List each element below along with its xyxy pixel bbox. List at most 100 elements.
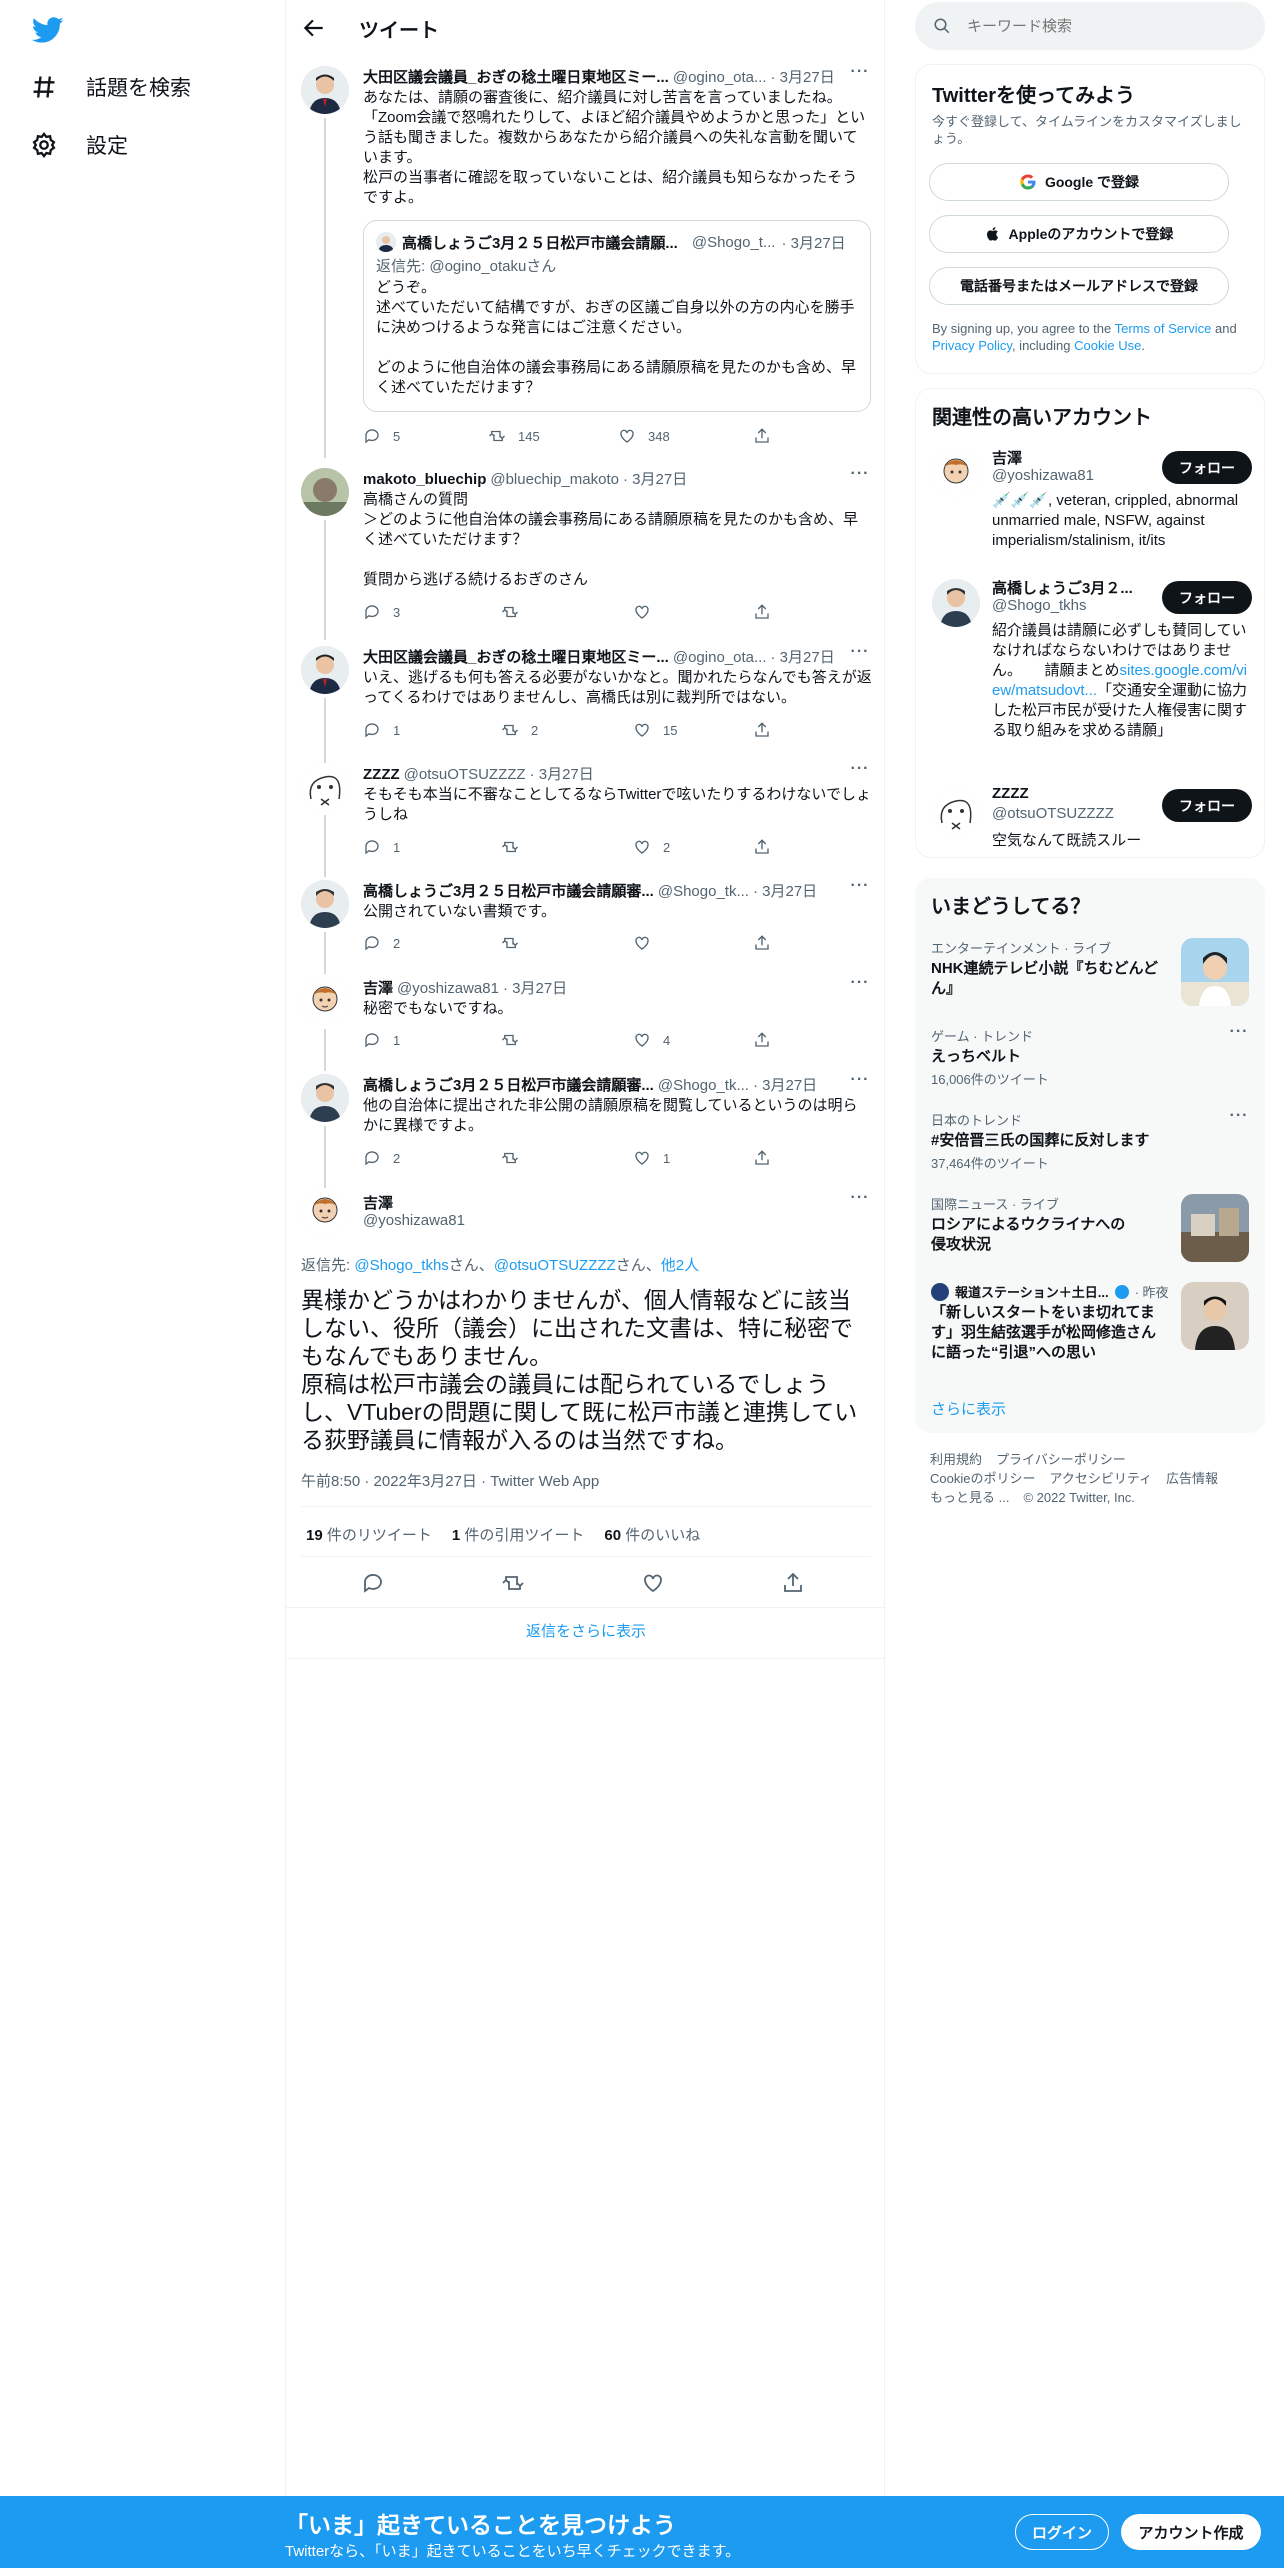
user-name[interactable]: ZZZZ [363, 766, 400, 783]
avatar[interactable] [301, 763, 349, 811]
trend-item-5[interactable]: 報道ステーション＋土日... · 昨夜 「新しいスタートをいま切れてます」羽生結… [931, 1282, 1249, 1362]
google-signup-button[interactable]: Google で登録 [929, 163, 1229, 201]
reply-button[interactable]: 2 [363, 934, 400, 952]
related-account-1[interactable]: 吉澤 @yoshizawa81 フォロー 💉💉💉, veteran, cripp… [916, 445, 1266, 560]
user-handle[interactable]: @yoshizawa81 [397, 980, 499, 997]
avatar[interactable] [301, 646, 349, 694]
user-name[interactable]: 大田区議会議員_おぎの稔土曜日東地区ミー... [363, 66, 669, 86]
more-icon[interactable]: ··· [850, 1190, 870, 1212]
create-account-button[interactable]: アカウント作成 [1121, 2514, 1261, 2550]
more-icon[interactable]: ··· [850, 761, 870, 783]
follow-button[interactable]: フォロー [1162, 789, 1252, 822]
heart-icon[interactable] [641, 1571, 665, 1595]
user-name[interactable]: 高橋しょうご3月２５日松戸市議会請願審... [363, 880, 654, 900]
avatar[interactable] [301, 468, 349, 516]
like-stat[interactable]: 60 件のいいね [604, 1524, 700, 1545]
quote-stat[interactable]: 1 件の引用ツイート [452, 1524, 585, 1545]
search-input[interactable] [967, 17, 1227, 35]
user-name[interactable]: 吉澤 [363, 977, 393, 997]
show-more-trends-link[interactable]: さらに表示 [931, 1398, 1006, 1419]
reply-to-link-1[interactable]: @Shogo_tkhs [354, 1257, 448, 1274]
retweet-button[interactable]: 145 [488, 427, 540, 445]
user-handle[interactable]: @ogino_ota... [673, 649, 767, 666]
user-name[interactable]: makoto_bluechip [363, 471, 486, 488]
related-account-3[interactable]: ZZZZ @otsuOTSUZZZZ フォロー 空気なんて既読スルー [916, 783, 1266, 853]
share-button[interactable] [753, 603, 771, 621]
retweet-icon[interactable] [501, 1571, 525, 1595]
user-handle[interactable]: @bluechip_makoto [490, 471, 619, 488]
share-button[interactable] [753, 721, 771, 739]
avatar[interactable] [301, 66, 349, 114]
retweet-button[interactable] [501, 1031, 531, 1049]
reply-button[interactable]: 1 [363, 721, 400, 739]
more-icon[interactable]: ··· [1229, 1108, 1249, 1130]
nav-explore[interactable]: 話題を検索 [30, 72, 191, 102]
show-more-replies-link[interactable]: 返信をさらに表示 [286, 1620, 886, 1641]
related-account-2[interactable]: 高橋しょうご3月２... @Shogo_tkhs フォロー 紹介議員は請願に必ず… [916, 575, 1266, 765]
quoted-tweet[interactable]: 高橋しょうご3月２５日松戸市議会請願... @Shogo_t... · 3月27… [363, 220, 871, 412]
trend-item-4[interactable]: 国際ニュース · ライブ ロシアによるウクライナへの侵攻状況 [931, 1194, 1249, 1266]
user-handle[interactable]: @otsuOTSUZZZZ [404, 766, 526, 783]
user-handle[interactable]: @Shogo_tk... [658, 1077, 749, 1094]
avatar[interactable] [301, 1188, 349, 1236]
twitter-bird-logo-icon[interactable] [32, 14, 64, 46]
focus-user-name[interactable]: 吉澤 [363, 1192, 393, 1213]
reply-to-link-2[interactable]: @otsuOTSUZZZZ [494, 1257, 616, 1274]
share-button[interactable] [753, 1149, 771, 1167]
footer-link[interactable]: プライバシーポリシー [996, 1452, 1126, 1467]
focus-user-handle[interactable]: @yoshizawa81 [363, 1212, 465, 1229]
reply-button[interactable]: 3 [363, 603, 400, 621]
more-icon[interactable]: ··· [850, 1072, 870, 1094]
like-button[interactable] [633, 934, 663, 952]
like-button[interactable]: 4 [633, 1031, 670, 1049]
tweet-date[interactable]: · 3月27日 [771, 646, 835, 666]
follow-button[interactable]: フォロー [1162, 581, 1252, 614]
like-button[interactable] [633, 603, 663, 621]
more-icon[interactable]: ··· [850, 64, 870, 86]
nav-settings[interactable]: 設定 [30, 130, 128, 160]
avatar[interactable] [932, 787, 980, 835]
user-handle[interactable]: @ogino_ota... [673, 69, 767, 86]
reply-button[interactable]: 2 [363, 1149, 400, 1167]
footer-link[interactable]: Cookieのポリシー [930, 1471, 1035, 1486]
retweet-stat[interactable]: 19 件のリツイート [306, 1524, 432, 1545]
reply-icon[interactable] [361, 1571, 385, 1595]
reply-button[interactable]: 1 [363, 838, 400, 856]
tweet-1[interactable]: 大田区議会議員_おぎの稔土曜日東地区ミー... @ogino_ota... · … [286, 60, 886, 458]
retweet-button[interactable] [501, 1149, 531, 1167]
tweet-6[interactable]: 吉澤 @yoshizawa81 · 3月27日 ··· 秘密でもないですね。 1… [286, 971, 886, 1071]
follow-button[interactable]: フォロー [1162, 451, 1252, 484]
like-button[interactable]: 15 [633, 721, 677, 739]
user-name[interactable]: 高橋しょうご3月２５日松戸市議会請願審... [363, 1074, 654, 1094]
terms-link[interactable]: Terms of Service [1115, 321, 1212, 336]
focus-meta[interactable]: 午前8:50 · 2022年3月27日 · Twitter Web App [301, 1470, 599, 1491]
more-icon[interactable]: ··· [850, 644, 870, 666]
like-button[interactable]: 2 [633, 838, 670, 856]
avatar[interactable] [301, 977, 349, 1025]
tweet-4[interactable]: ZZZZ @otsuOTSUZZZZ · 3月27日 ··· そもそも本当に不審… [286, 757, 886, 877]
share-button[interactable] [753, 934, 771, 952]
user-handle[interactable]: @Shogo_tk... [658, 883, 749, 900]
privacy-link[interactable]: Privacy Policy [932, 338, 1012, 353]
footer-link[interactable]: アクセシビリティ [1049, 1471, 1152, 1486]
tweet-2[interactable]: makoto_bluechip @bluechip_makoto · 3月27日… [286, 462, 886, 640]
footer-link[interactable]: もっと見る ... [930, 1490, 1009, 1505]
more-icon[interactable]: ··· [1229, 1024, 1249, 1046]
tweet-date[interactable]: · 3月27日 [623, 468, 687, 488]
reply-to-others-link[interactable]: 他2人 [661, 1257, 699, 1274]
avatar[interactable] [932, 449, 980, 497]
share-button[interactable] [753, 1031, 771, 1049]
share-icon[interactable] [781, 1571, 805, 1595]
footer-link[interactable]: 広告情報 [1166, 1471, 1218, 1486]
user-name[interactable]: 大田区議会議員_おぎの稔土曜日東地区ミー... [363, 646, 669, 666]
more-icon[interactable]: ··· [850, 975, 870, 997]
tweet-date[interactable]: · 3月27日 [771, 66, 835, 86]
avatar[interactable] [932, 579, 980, 627]
trend-item-2[interactable]: ゲーム · トレンド えっちベルト 16,006件のツイート ··· [931, 1024, 1249, 1088]
avatar[interactable] [301, 1074, 349, 1122]
tweet-3[interactable]: 大田区議会議員_おぎの稔土曜日東地区ミー... @ogino_ota... · … [286, 640, 886, 763]
reply-button[interactable]: 1 [363, 1031, 400, 1049]
tweet-date[interactable]: · 3月27日 [530, 763, 594, 783]
apple-signup-button[interactable]: Appleのアカウントで登録 [929, 215, 1229, 253]
tweet-date[interactable]: · 3月27日 [753, 880, 817, 900]
